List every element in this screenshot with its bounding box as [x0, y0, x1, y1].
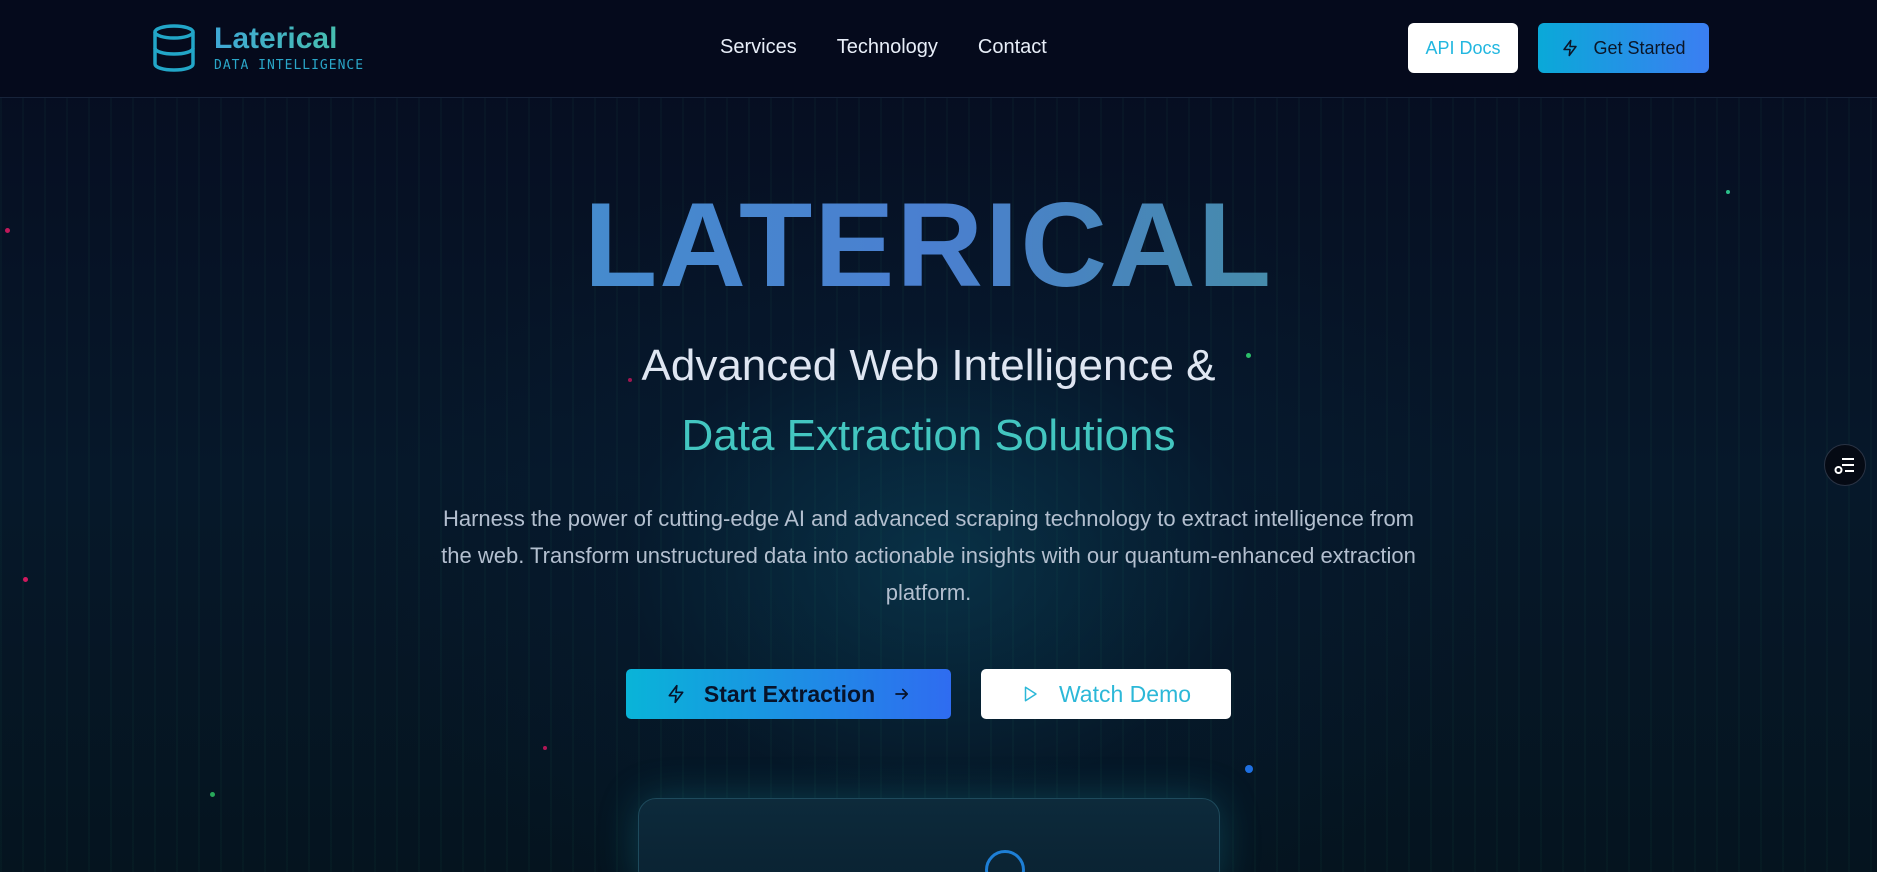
brand-name: Laterical: [214, 22, 364, 56]
arrow-right-icon: [893, 685, 911, 703]
api-docs-button[interactable]: API Docs: [1408, 23, 1518, 73]
play-icon: [1021, 684, 1039, 704]
top-navbar: Laterical DATA INTELLIGENCE Services Tec…: [0, 0, 1877, 98]
main-nav: Services Technology Contact: [720, 36, 1047, 59]
nav-item-services[interactable]: Services: [720, 36, 797, 59]
brand-tagline: DATA INTELLIGENCE: [214, 58, 365, 73]
brand-logo[interactable]: Laterical DATA INTELLIGENCE: [150, 22, 364, 73]
get-started-label: Get Started: [1593, 37, 1686, 58]
bolt-icon: [666, 683, 686, 705]
database-icon: [150, 23, 198, 73]
hero-subtitle-line2: Data Extraction Solutions: [681, 411, 1176, 460]
nav-item-contact[interactable]: Contact: [978, 36, 1047, 59]
floating-menu-button[interactable]: [1824, 444, 1866, 486]
get-started-button[interactable]: Get Started: [1538, 23, 1709, 73]
start-extraction-label: Start Extraction: [703, 680, 876, 707]
preview-card: [638, 798, 1220, 872]
hero-subtitle-line1: Advanced Web Intelligence &: [641, 341, 1216, 390]
hero-title: LATERICAL: [0, 180, 1857, 310]
particle: [543, 746, 547, 750]
start-extraction-button[interactable]: Start Extraction: [626, 669, 951, 719]
watch-demo-label: Watch Demo: [1058, 680, 1192, 707]
bolt-icon: [1561, 38, 1579, 58]
particle: [1245, 765, 1253, 773]
nav-item-technology[interactable]: Technology: [837, 36, 938, 59]
particle: [23, 577, 28, 582]
api-docs-label: API Docs: [1425, 37, 1501, 58]
particle: [210, 792, 215, 797]
list-settings-icon: [1834, 456, 1856, 474]
watch-demo-button[interactable]: Watch Demo: [981, 669, 1231, 719]
hero-description: Harness the power of cutting-edge AI and…: [441, 506, 1416, 605]
